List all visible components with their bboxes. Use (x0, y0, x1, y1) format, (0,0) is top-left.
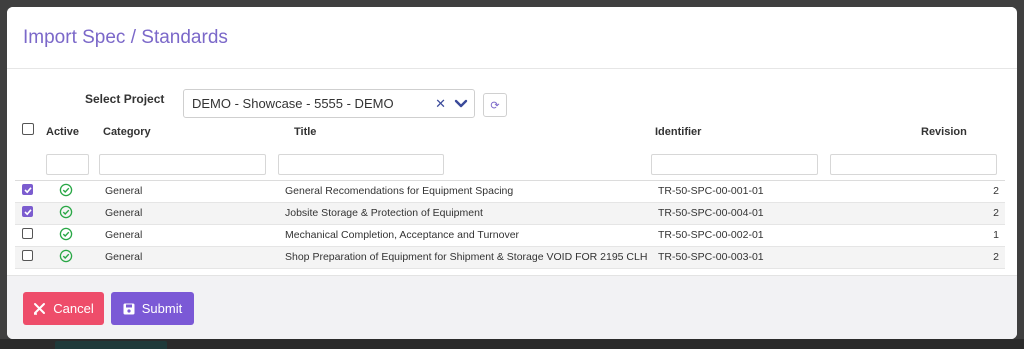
cell-category: General (105, 185, 143, 197)
background-thumbnail (55, 341, 167, 349)
header-revision: Revision (921, 126, 967, 138)
project-label: Select Project (85, 92, 165, 106)
project-select-value: DEMO - Showcase - 5555 - DEMO (192, 96, 394, 111)
header-identifier: Identifier (655, 126, 702, 138)
cancel-button[interactable]: Cancel (23, 292, 104, 325)
submit-label: Submit (141, 301, 183, 316)
filter-category-input[interactable] (99, 154, 266, 175)
import-dialog: Import Spec / Standards Select Project D… (7, 7, 1017, 339)
row-checkbox[interactable] (22, 250, 33, 261)
select-all-checkbox[interactable] (22, 123, 34, 135)
cell-title: Shop Preparation of Equipment for Shipme… (285, 251, 648, 263)
check-circle-icon (59, 249, 73, 263)
filter-identifier-input[interactable] (651, 154, 818, 175)
project-select[interactable]: DEMO - Showcase - 5555 - DEMO ✕ (183, 89, 475, 118)
row-checkbox[interactable] (22, 206, 33, 217)
filter-revision-input[interactable] (830, 154, 997, 175)
table-row[interactable]: General Shop Preparation of Equipment for… (15, 247, 1005, 269)
dialog-body: Select Project DEMO - Showcase - 5555 - … (7, 69, 1017, 275)
background-strip (0, 339, 1024, 349)
cell-category: General (105, 229, 143, 241)
header-category: Category (103, 126, 151, 138)
dialog-footer: Cancel Submit (7, 275, 1017, 339)
cell-identifier: TR-50-SPC-00-004-01 (658, 207, 764, 219)
save-icon (123, 303, 135, 314)
cell-revision: 2 (993, 251, 999, 263)
project-row: Select Project DEMO - Showcase - 5555 - … (7, 69, 1017, 121)
filter-active-input[interactable] (46, 154, 89, 175)
cell-category: General (105, 251, 143, 263)
cancel-label: Cancel (53, 301, 94, 316)
refresh-button[interactable]: ⟳ (483, 93, 507, 117)
cell-revision: 2 (993, 185, 999, 197)
check-circle-icon (59, 205, 73, 219)
table-row[interactable]: General General Recomendations for Equipm… (15, 181, 1005, 203)
row-checkbox[interactable] (22, 228, 33, 239)
dialog-title: Import Spec / Standards (23, 26, 228, 48)
submit-button[interactable]: Submit (111, 292, 194, 325)
cancel-icon (34, 303, 46, 315)
clear-icon[interactable]: ✕ (435, 96, 446, 112)
filter-title-input[interactable] (278, 154, 444, 175)
check-circle-icon (59, 183, 73, 197)
dialog-header: Import Spec / Standards (7, 7, 1017, 69)
cell-revision: 1 (993, 229, 999, 241)
cell-identifier: TR-50-SPC-00-001-01 (658, 185, 764, 197)
grid-rows: General General Recomendations for Equipm… (15, 181, 1005, 269)
row-checkbox[interactable] (22, 184, 33, 195)
chevron-down-icon[interactable] (454, 99, 468, 109)
cell-title: Mechanical Completion, Acceptance and Tu… (285, 229, 520, 241)
cell-title: General Recomendations for Equipment Spa… (285, 185, 514, 197)
table-row[interactable]: General Jobsite Storage & Protection of E… (15, 203, 1005, 225)
cell-title: Jobsite Storage & Protection of Equipmen… (285, 207, 483, 219)
check-circle-icon (59, 227, 73, 241)
header-active: Active (46, 126, 80, 138)
cell-identifier: TR-50-SPC-00-003-01 (658, 251, 764, 263)
filter-row (15, 146, 1005, 181)
header-title: Title (294, 126, 317, 138)
cell-revision: 2 (993, 207, 999, 219)
refresh-icon: ⟳ (490, 99, 500, 112)
cell-category: General (105, 207, 143, 219)
table-row[interactable]: General Mechanical Completion, Acceptance… (15, 225, 1005, 247)
cell-identifier: TR-50-SPC-00-002-01 (658, 229, 764, 241)
